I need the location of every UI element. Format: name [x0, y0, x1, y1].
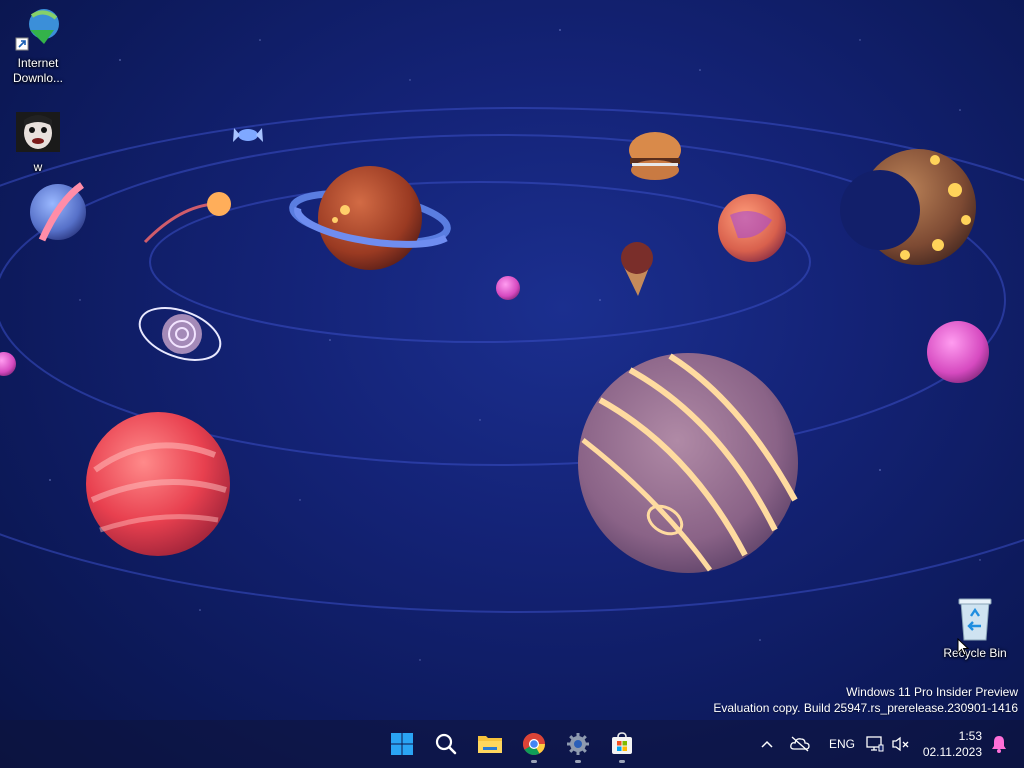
watermark-edition: Windows 11 Pro Insider Preview: [846, 685, 1018, 699]
recycle-bin-icon: [951, 596, 999, 644]
search-button[interactable]: [426, 724, 466, 764]
chrome-button[interactable]: [514, 724, 554, 764]
input-language-button[interactable]: ENG: [822, 720, 862, 768]
big-striped-planet: [578, 353, 798, 573]
microsoft-store-icon: [612, 732, 632, 754]
comet: [143, 192, 231, 244]
face-thumbnail-icon: [14, 110, 62, 158]
ice-cream-planet: [621, 242, 653, 296]
running-indicator: [619, 760, 625, 763]
orange-spotted-planet: [718, 194, 786, 262]
file-explorer-icon: [478, 736, 502, 753]
rust-ringed-planet: [289, 166, 451, 270]
show-hidden-icons-button[interactable]: [756, 720, 778, 768]
network-button[interactable]: [862, 720, 888, 768]
file-explorer-button[interactable]: [470, 724, 510, 764]
system-tray: ENG 1:53 02.11.2023: [756, 720, 1014, 768]
settings-button[interactable]: [558, 724, 598, 764]
search-icon: [435, 733, 457, 755]
desktop-icon-label: w: [33, 160, 43, 174]
edge-pink-planet: [0, 352, 16, 376]
pink-planet: [927, 321, 989, 383]
small-pink-planet: [496, 276, 520, 300]
windows-evaluation-watermark: Windows 11 Pro Insider Preview Evaluatio…: [713, 684, 1018, 716]
windows-start-icon: [391, 733, 413, 755]
network-monitor-icon: [866, 736, 884, 752]
internet-download-manager-icon: [14, 6, 62, 54]
burger-planet: [629, 132, 681, 180]
microsoft-store-button[interactable]: [602, 724, 642, 764]
start-button[interactable]: [382, 724, 422, 764]
clock: 1:53 02.11.2023: [923, 728, 982, 760]
blue-candy-planet: [30, 182, 86, 242]
running-indicator: [575, 760, 581, 763]
red-striped-planet: [86, 412, 230, 556]
watermark-build: Evaluation copy. Build 25947.rs_prerelea…: [713, 701, 1018, 715]
volume-button[interactable]: [888, 720, 914, 768]
desktop-icon-w[interactable]: w: [0, 110, 76, 175]
desktop-icon-internet-download-manager[interactable]: Internet Downlo...: [0, 6, 76, 86]
notification-center-button[interactable]: [984, 720, 1014, 768]
chevron-up-icon: [761, 740, 773, 748]
chrome-icon: [523, 733, 545, 755]
clock-button[interactable]: 1:53 02.11.2023: [914, 720, 984, 768]
bitten-moon: [840, 149, 976, 265]
clock-date: 02.11.2023: [922, 745, 982, 759]
language-indicator: ENG: [828, 737, 855, 751]
mouse-cursor-icon: [957, 638, 969, 656]
onedrive-button[interactable]: [778, 720, 822, 768]
candy-wrapper: [233, 128, 263, 142]
bell-icon: [992, 736, 1006, 753]
desktop-icon-label: Recycle Bin: [943, 646, 1007, 660]
desktop-icon-recycle-bin[interactable]: Recycle Bin: [937, 596, 1013, 661]
running-indicator: [531, 760, 537, 763]
speaker-muted-icon: [892, 736, 909, 752]
desktop-icon-label: Internet Downlo...: [12, 56, 64, 85]
settings-gear-icon: [567, 733, 589, 755]
cloud-offline-icon: [790, 736, 810, 752]
clock-time: 1:53: [958, 729, 982, 743]
desktop-wallpaper: [0, 29, 1024, 661]
taskbar: ENG 1:53 02.11.2023: [0, 720, 1024, 768]
